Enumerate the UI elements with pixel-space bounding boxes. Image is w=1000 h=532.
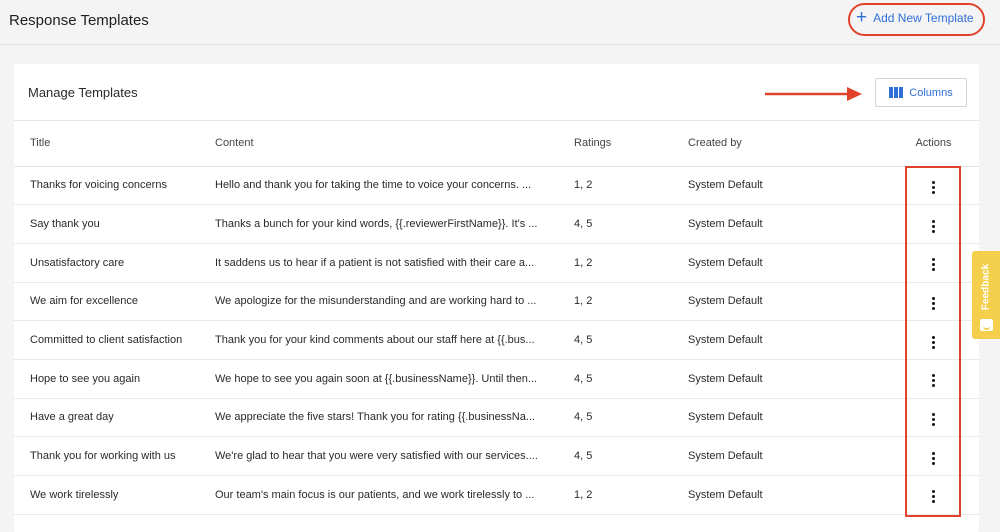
plus-icon: + bbox=[856, 7, 868, 28]
table-row[interactable]: Unsatisfactory care It saddens us to hear… bbox=[14, 243, 979, 283]
row-actions bbox=[888, 243, 979, 283]
row-created-by: System Default bbox=[688, 204, 888, 244]
table-header-row: Title Content Ratings Created by Actions bbox=[14, 121, 979, 167]
row-title: We work tirelessly bbox=[14, 475, 215, 515]
row-created-by: System Default bbox=[688, 359, 888, 399]
column-header-created-by[interactable]: Created by bbox=[688, 121, 888, 167]
row-actions bbox=[888, 204, 979, 244]
feedback-tab[interactable]: Feedback bbox=[972, 251, 1000, 339]
column-header-content[interactable]: Content bbox=[215, 121, 574, 167]
row-content: We're glad to hear that you were very sa… bbox=[215, 436, 574, 476]
row-content: Thanks a bunch for your kind words, {{.r… bbox=[215, 204, 574, 244]
row-created-by: System Default bbox=[688, 398, 888, 438]
row-title: We aim for excellence bbox=[14, 282, 215, 322]
row-actions bbox=[888, 436, 979, 476]
more-options-icon[interactable] bbox=[926, 372, 941, 389]
row-actions bbox=[888, 320, 979, 360]
more-options-icon[interactable] bbox=[926, 295, 941, 312]
row-title: Hope to see you again bbox=[14, 359, 215, 399]
page-title: Response Templates bbox=[9, 12, 149, 29]
more-options-icon[interactable] bbox=[926, 450, 941, 467]
smiley-icon bbox=[979, 319, 993, 331]
row-title: Say thank you bbox=[14, 204, 215, 244]
row-actions bbox=[888, 166, 979, 206]
card-title: Manage Templates bbox=[28, 85, 138, 100]
row-title: Thanks for voicing concerns bbox=[14, 166, 215, 206]
more-options-icon[interactable] bbox=[926, 488, 941, 505]
more-options-icon[interactable] bbox=[926, 256, 941, 273]
row-title: Thank you for working with us bbox=[14, 436, 215, 476]
add-new-template-button[interactable]: + Add New Template bbox=[856, 7, 974, 28]
row-ratings: 1, 2 bbox=[574, 243, 688, 283]
row-content: We apologize for the misunderstanding an… bbox=[215, 282, 574, 322]
table-row[interactable]: Thanks for voicing concerns Hello and tha… bbox=[14, 166, 979, 206]
row-ratings: 4, 5 bbox=[574, 320, 688, 360]
top-bar: Response Templates + Add New Template bbox=[0, 0, 1000, 45]
row-content: Thank you for your kind comments about o… bbox=[215, 320, 574, 360]
templates-table: Title Content Ratings Created by Actions… bbox=[14, 121, 979, 515]
row-ratings: 4, 5 bbox=[574, 436, 688, 476]
columns-button[interactable]: Columns bbox=[875, 78, 967, 107]
column-header-title[interactable]: Title bbox=[14, 121, 215, 167]
annotation-arrow bbox=[765, 87, 862, 101]
add-new-template-label: Add New Template bbox=[873, 11, 974, 25]
row-actions bbox=[888, 475, 979, 515]
row-ratings: 1, 2 bbox=[574, 475, 688, 515]
row-title: Unsatisfactory care bbox=[14, 243, 215, 283]
column-header-actions: Actions bbox=[888, 121, 979, 167]
table-row[interactable]: Hope to see you again We hope to see you … bbox=[14, 359, 979, 399]
row-ratings: 4, 5 bbox=[574, 398, 688, 438]
row-created-by: System Default bbox=[688, 436, 888, 476]
row-content: It saddens us to hear if a patient is no… bbox=[215, 243, 574, 283]
row-actions bbox=[888, 359, 979, 399]
feedback-label: Feedback bbox=[980, 263, 992, 311]
row-actions bbox=[888, 282, 979, 322]
row-actions bbox=[888, 398, 979, 438]
columns-icon bbox=[889, 87, 904, 98]
column-header-ratings[interactable]: Ratings bbox=[574, 121, 688, 167]
row-created-by: System Default bbox=[688, 320, 888, 360]
row-created-by: System Default bbox=[688, 166, 888, 206]
row-created-by: System Default bbox=[688, 475, 888, 515]
row-ratings: 4, 5 bbox=[574, 204, 688, 244]
row-ratings: 1, 2 bbox=[574, 282, 688, 322]
row-content: We appreciate the five stars! Thank you … bbox=[215, 398, 574, 438]
more-options-icon[interactable] bbox=[926, 411, 941, 428]
table-row[interactable]: We aim for excellence We apologize for th… bbox=[14, 282, 979, 322]
table-row[interactable]: Committed to client satisfaction Thank yo… bbox=[14, 320, 979, 360]
table-row[interactable]: Say thank you Thanks a bunch for your kin… bbox=[14, 204, 979, 244]
table-row[interactable]: Have a great day We appreciate the five s… bbox=[14, 398, 979, 438]
row-content: Hello and thank you for taking the time … bbox=[215, 166, 574, 206]
row-ratings: 4, 5 bbox=[574, 359, 688, 399]
row-created-by: System Default bbox=[688, 243, 888, 283]
row-title: Have a great day bbox=[14, 398, 215, 438]
row-ratings: 1, 2 bbox=[574, 166, 688, 206]
more-options-icon[interactable] bbox=[926, 179, 941, 196]
row-content: Our team's main focus is our patients, a… bbox=[215, 475, 574, 515]
more-options-icon[interactable] bbox=[926, 218, 941, 235]
table-row[interactable]: Thank you for working with us We're glad … bbox=[14, 436, 979, 476]
more-options-icon[interactable] bbox=[926, 334, 941, 351]
columns-button-label: Columns bbox=[909, 86, 953, 99]
table-row[interactable]: We work tirelessly Our team's main focus … bbox=[14, 475, 979, 515]
row-created-by: System Default bbox=[688, 282, 888, 322]
row-content: We hope to see you again soon at {{.busi… bbox=[215, 359, 574, 399]
row-title: Committed to client satisfaction bbox=[14, 320, 215, 360]
